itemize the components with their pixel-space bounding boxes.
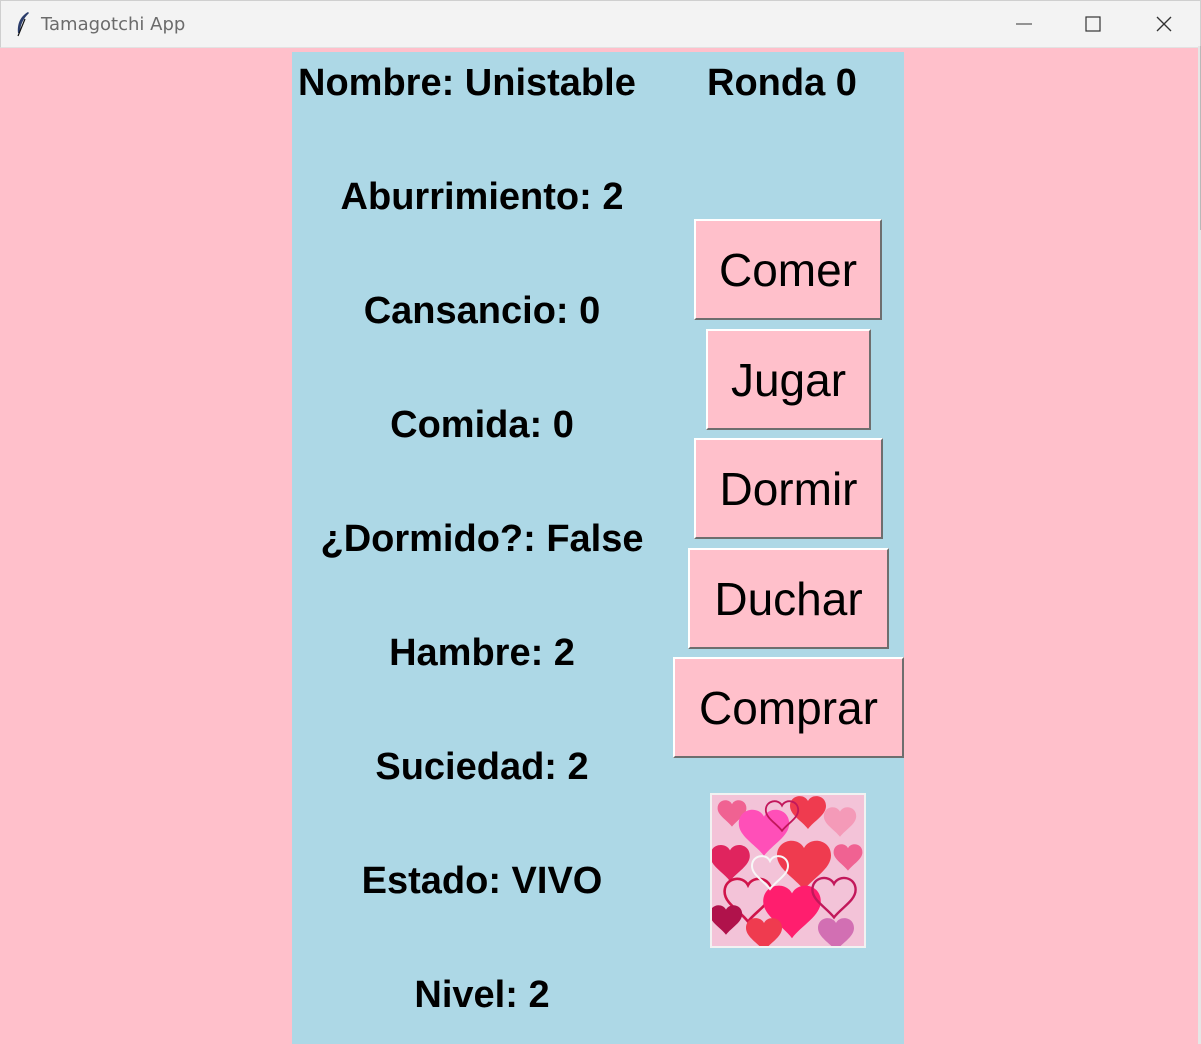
hunger-label: Hambre: 2 [389,632,575,674]
asleep-label: ¿Dormido?: False [320,518,644,560]
play-button[interactable]: Jugar [706,329,871,430]
state-label: Estado: VIVO [361,860,603,902]
food-label: Comida: 0 [390,404,574,446]
level-label: Nivel: 2 [414,974,550,1016]
eat-button[interactable]: Comer [694,219,882,320]
window-title: Tamagotchi App [41,14,186,35]
sleep-button[interactable]: Dormir [694,438,883,539]
buy-button[interactable]: Comprar [673,657,904,758]
hearts-pattern-image [710,793,866,948]
hearts-pattern-graphic [712,795,864,946]
minimize-button[interactable] [989,1,1059,47]
feather-icon [17,12,29,37]
round-label: Ronda 0 [707,62,857,104]
maximize-button[interactable] [1058,1,1128,47]
name-label: Nombre: Unistable [298,62,636,104]
tiredness-label: Cansancio: 0 [363,290,601,332]
boredom-label: Aburrimiento: 2 [340,176,624,218]
close-icon [1156,16,1172,32]
minimize-icon [1016,23,1032,25]
title-bar: Tamagotchi App [0,0,1201,48]
maximize-icon [1085,16,1101,32]
dirt-label: Suciedad: 2 [375,746,589,788]
shower-button[interactable]: Duchar [688,548,889,649]
close-button[interactable] [1129,1,1199,47]
